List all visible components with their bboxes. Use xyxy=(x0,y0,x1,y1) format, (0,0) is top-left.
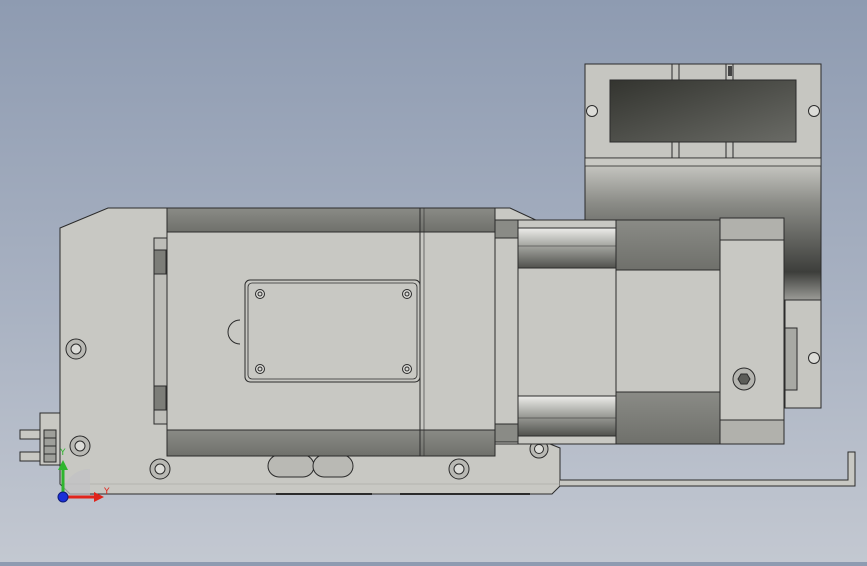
bent-rod xyxy=(560,451,856,487)
output-flange xyxy=(719,217,785,445)
motor-cover-plate xyxy=(227,279,421,383)
cad-viewport[interactable]: Y Y xyxy=(0,0,867,562)
cover-screw-icon xyxy=(255,289,265,299)
mounting-hole-icon xyxy=(808,105,820,117)
hex-bolt-icon xyxy=(732,367,756,391)
gearbox xyxy=(494,219,721,445)
plate-hole-icon xyxy=(448,458,470,480)
y-axis-label: Y xyxy=(59,448,66,458)
plate-hole-icon xyxy=(149,458,171,480)
slot-icon xyxy=(312,454,354,478)
clamp-block xyxy=(584,63,822,159)
z-axis-origin-icon xyxy=(57,491,69,503)
mounting-hole-icon xyxy=(808,352,820,364)
plate-hole-icon xyxy=(65,338,87,360)
cover-screw-icon xyxy=(402,289,412,299)
mounting-hole-icon xyxy=(586,105,598,117)
cad-model-drawing: Y Y xyxy=(19,63,856,503)
slot-icon xyxy=(267,454,315,478)
x-axis-label: Y xyxy=(103,487,110,497)
sensor-connector xyxy=(19,412,61,466)
cover-screw-icon xyxy=(255,364,265,374)
plate-hole-icon xyxy=(69,435,91,457)
cover-screw-icon xyxy=(402,364,412,374)
